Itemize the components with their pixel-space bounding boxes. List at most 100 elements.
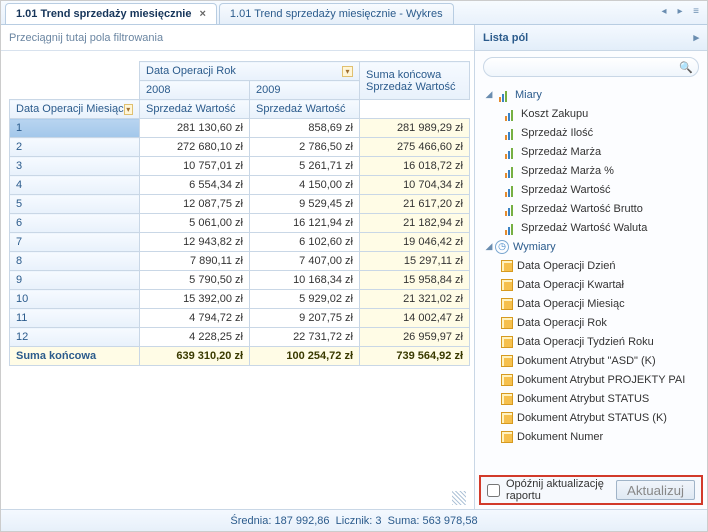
- field-item[interactable]: Data Operacji Miesiąc: [479, 294, 707, 313]
- cell-value[interactable]: 12 943,82 zł: [140, 233, 250, 252]
- cell-value[interactable]: 6 102,60 zł: [250, 233, 360, 252]
- table-row[interactable]: 712 943,82 zł6 102,60 zł19 046,42 zł: [10, 233, 470, 252]
- row-total[interactable]: 21 617,20 zł: [360, 195, 470, 214]
- row-total[interactable]: 275 466,60 zł: [360, 138, 470, 157]
- search-icon[interactable]: 🔍: [679, 61, 693, 74]
- row-header[interactable]: 10: [10, 290, 140, 309]
- row-total[interactable]: 19 046,42 zł: [360, 233, 470, 252]
- cell-value[interactable]: 7 890,11 zł: [140, 252, 250, 271]
- collapse-icon[interactable]: ◢: [483, 241, 495, 252]
- cell-value[interactable]: 4 150,00 zł: [250, 176, 360, 195]
- row-total[interactable]: 281 989,29 zł: [360, 119, 470, 138]
- field-item[interactable]: Dokument Atrybut PROJEKTY PAI: [479, 370, 707, 389]
- row-header[interactable]: 6: [10, 214, 140, 233]
- row-total[interactable]: 21 321,02 zł: [360, 290, 470, 309]
- chevron-right-icon[interactable]: ▸: [693, 31, 699, 44]
- row-header[interactable]: 12: [10, 328, 140, 347]
- filter-drop-area[interactable]: Przeciągnij tutaj pola filtrowania: [1, 25, 474, 51]
- table-row[interactable]: 65 061,00 zł16 121,94 zł21 182,94 zł: [10, 214, 470, 233]
- cell-value[interactable]: 5 929,02 zł: [250, 290, 360, 309]
- cell-value[interactable]: 281 130,60 zł: [140, 119, 250, 138]
- table-row[interactable]: 87 890,11 zł7 407,00 zł15 297,11 zł: [10, 252, 470, 271]
- field-item[interactable]: Sprzedaż Wartość Waluta: [479, 218, 707, 237]
- cell-value[interactable]: 272 680,10 zł: [140, 138, 250, 157]
- grand-total-column-header[interactable]: Suma końcowa Sprzedaż Wartość: [360, 62, 470, 100]
- field-item[interactable]: Sprzedaż Wartość: [479, 180, 707, 199]
- row-total[interactable]: 16 018,72 zł: [360, 157, 470, 176]
- row-header[interactable]: 4: [10, 176, 140, 195]
- table-row[interactable]: 114 794,72 zł9 207,75 zł14 002,47 zł: [10, 309, 470, 328]
- defer-update-checkbox[interactable]: [487, 484, 500, 497]
- row-header[interactable]: 9: [10, 271, 140, 290]
- cell-value[interactable]: 2 786,50 zł: [250, 138, 360, 157]
- row-header[interactable]: 2: [10, 138, 140, 157]
- cell-value[interactable]: 10 757,01 zł: [140, 157, 250, 176]
- table-row[interactable]: 2272 680,10 zł2 786,50 zł275 466,60 zł: [10, 138, 470, 157]
- tab-next-icon[interactable]: ▸: [673, 5, 687, 19]
- table-row[interactable]: 512 087,75 zł9 529,45 zł21 617,20 zł: [10, 195, 470, 214]
- cell-value[interactable]: 858,69 zł: [250, 119, 360, 138]
- row-total[interactable]: 10 704,34 zł: [360, 176, 470, 195]
- tree-group-dimensions[interactable]: ◢◷Wymiary: [479, 237, 707, 256]
- field-search-input[interactable]: [483, 57, 699, 77]
- field-item[interactable]: Data Operacji Tydzień Roku: [479, 332, 707, 351]
- cell-value[interactable]: 6 554,34 zł: [140, 176, 250, 195]
- column-header-2009[interactable]: 2009: [250, 81, 360, 100]
- field-tree[interactable]: ◢MiaryKoszt ZakupuSprzedaż IlośćSprzedaż…: [475, 83, 707, 471]
- row-total[interactable]: 26 959,97 zł: [360, 328, 470, 347]
- row-header[interactable]: 5: [10, 195, 140, 214]
- cell-value[interactable]: 5 790,50 zł: [140, 271, 250, 290]
- row-total[interactable]: 14 002,47 zł: [360, 309, 470, 328]
- cell-value[interactable]: 15 392,00 zł: [140, 290, 250, 309]
- close-icon[interactable]: ×: [199, 8, 205, 20]
- field-item[interactable]: Sprzedaż Marża: [479, 142, 707, 161]
- row-total[interactable]: 21 182,94 zł: [360, 214, 470, 233]
- cell-value[interactable]: 10 168,34 zł: [250, 271, 360, 290]
- field-list-header[interactable]: Lista pól ▸: [475, 25, 707, 51]
- row-field-header[interactable]: Data Operacji Miesiąc ▾: [10, 100, 140, 119]
- field-item[interactable]: Data Operacji Dzień: [479, 256, 707, 275]
- field-item[interactable]: Data Operacji Rok: [479, 313, 707, 332]
- field-item[interactable]: Dokument Atrybut STATUS: [479, 389, 707, 408]
- field-item[interactable]: Koszt Zakupu: [479, 104, 707, 123]
- cell-value[interactable]: 4 228,25 zł: [140, 328, 250, 347]
- row-header[interactable]: 8: [10, 252, 140, 271]
- grand-total-row[interactable]: Suma końcowa639 310,20 zł100 254,72 zł73…: [10, 347, 470, 366]
- table-row[interactable]: 46 554,34 zł4 150,00 zł10 704,34 zł: [10, 176, 470, 195]
- tab-prev-icon[interactable]: ◂: [657, 5, 671, 19]
- cell-value[interactable]: 22 731,72 zł: [250, 328, 360, 347]
- table-row[interactable]: 310 757,01 zł5 261,71 zł16 018,72 zł: [10, 157, 470, 176]
- row-header[interactable]: 1: [10, 119, 140, 138]
- cell-value[interactable]: 5 261,71 zł: [250, 157, 360, 176]
- tab-report[interactable]: 1.01 Trend sprzedaży miesięcznie ×: [5, 3, 217, 24]
- field-item[interactable]: Dokument Numer: [479, 427, 707, 446]
- cell-value[interactable]: 9 207,75 zł: [250, 309, 360, 328]
- field-item[interactable]: Data Operacji Kwartał: [479, 275, 707, 294]
- row-header[interactable]: 11: [10, 309, 140, 328]
- tree-group-measures[interactable]: ◢Miary: [479, 85, 707, 104]
- cell-value[interactable]: 9 529,45 zł: [250, 195, 360, 214]
- field-item[interactable]: Sprzedaż Marża %: [479, 161, 707, 180]
- table-row[interactable]: 95 790,50 zł10 168,34 zł15 958,84 zł: [10, 271, 470, 290]
- cell-value[interactable]: 12 087,75 zł: [140, 195, 250, 214]
- field-item[interactable]: Dokument Atrybut "ASD" (K): [479, 351, 707, 370]
- tab-chart[interactable]: 1.01 Trend sprzedaży miesięcznie - Wykre…: [219, 3, 454, 24]
- row-header[interactable]: 7: [10, 233, 140, 252]
- field-item[interactable]: Sprzedaż Wartość Brutto: [479, 199, 707, 218]
- cell-value[interactable]: 5 061,00 zł: [140, 214, 250, 233]
- field-item[interactable]: Dokument Atrybut STATUS (K): [479, 408, 707, 427]
- row-total[interactable]: 15 958,84 zł: [360, 271, 470, 290]
- cell-value[interactable]: 16 121,94 zł: [250, 214, 360, 233]
- cell-value[interactable]: 7 407,00 zł: [250, 252, 360, 271]
- table-row[interactable]: 1281 130,60 zł858,69 zł281 989,29 zł: [10, 119, 470, 138]
- chevron-down-icon[interactable]: ▾: [342, 66, 353, 77]
- tab-menu-icon[interactable]: ≡: [689, 5, 703, 19]
- collapse-icon[interactable]: ◢: [483, 89, 495, 100]
- chevron-down-icon[interactable]: ▾: [124, 104, 133, 115]
- column-field-header[interactable]: Data Operacji Rok ▾: [140, 62, 360, 81]
- column-header-2008[interactable]: 2008: [140, 81, 250, 100]
- row-header[interactable]: 3: [10, 157, 140, 176]
- cell-value[interactable]: 4 794,72 zł: [140, 309, 250, 328]
- table-row[interactable]: 1015 392,00 zł5 929,02 zł21 321,02 zł: [10, 290, 470, 309]
- field-item[interactable]: Sprzedaż Ilość: [479, 123, 707, 142]
